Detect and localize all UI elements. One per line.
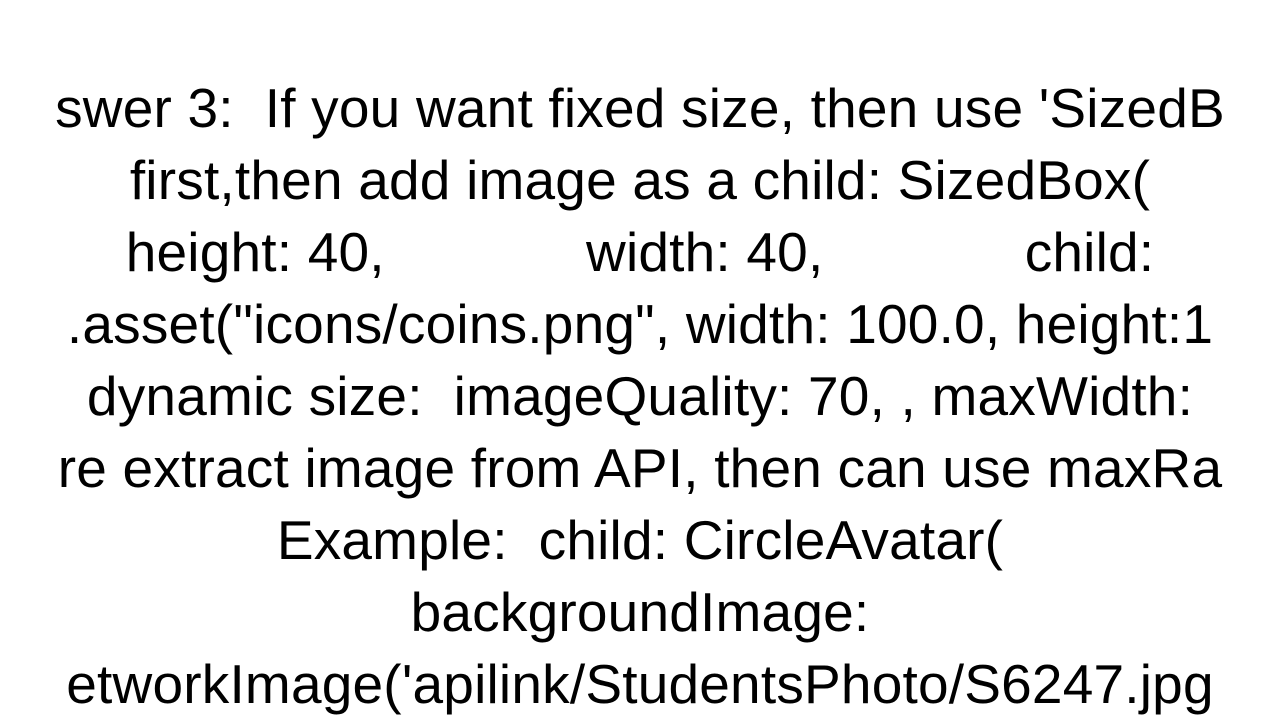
answer-text-block: swer 3: If you want fixed size, then use… bbox=[0, 0, 1280, 720]
answer-line-7: Example: child: CircleAvatar( bbox=[277, 509, 1003, 571]
answer-line-5: dynamic size: imageQuality: 70, , maxWid… bbox=[87, 365, 1193, 427]
answer-line-4: .asset("icons/coins.png", width: 100.0, … bbox=[67, 293, 1213, 355]
answer-line-1: swer 3: If you want fixed size, then use… bbox=[55, 77, 1225, 139]
answer-line-9: etworkImage('apilink/StudentsPhoto/S6247… bbox=[66, 653, 1214, 715]
answer-line-8: backgroundImage: bbox=[411, 581, 870, 643]
answer-line-2: first,then add image as a child: SizedBo… bbox=[130, 149, 1150, 211]
document-viewport: swer 3: If you want fixed size, then use… bbox=[0, 0, 1280, 720]
answer-line-3: height: 40, width: 40, child: bbox=[126, 221, 1155, 283]
answer-line-6: re extract image from API, then can use … bbox=[58, 437, 1223, 499]
